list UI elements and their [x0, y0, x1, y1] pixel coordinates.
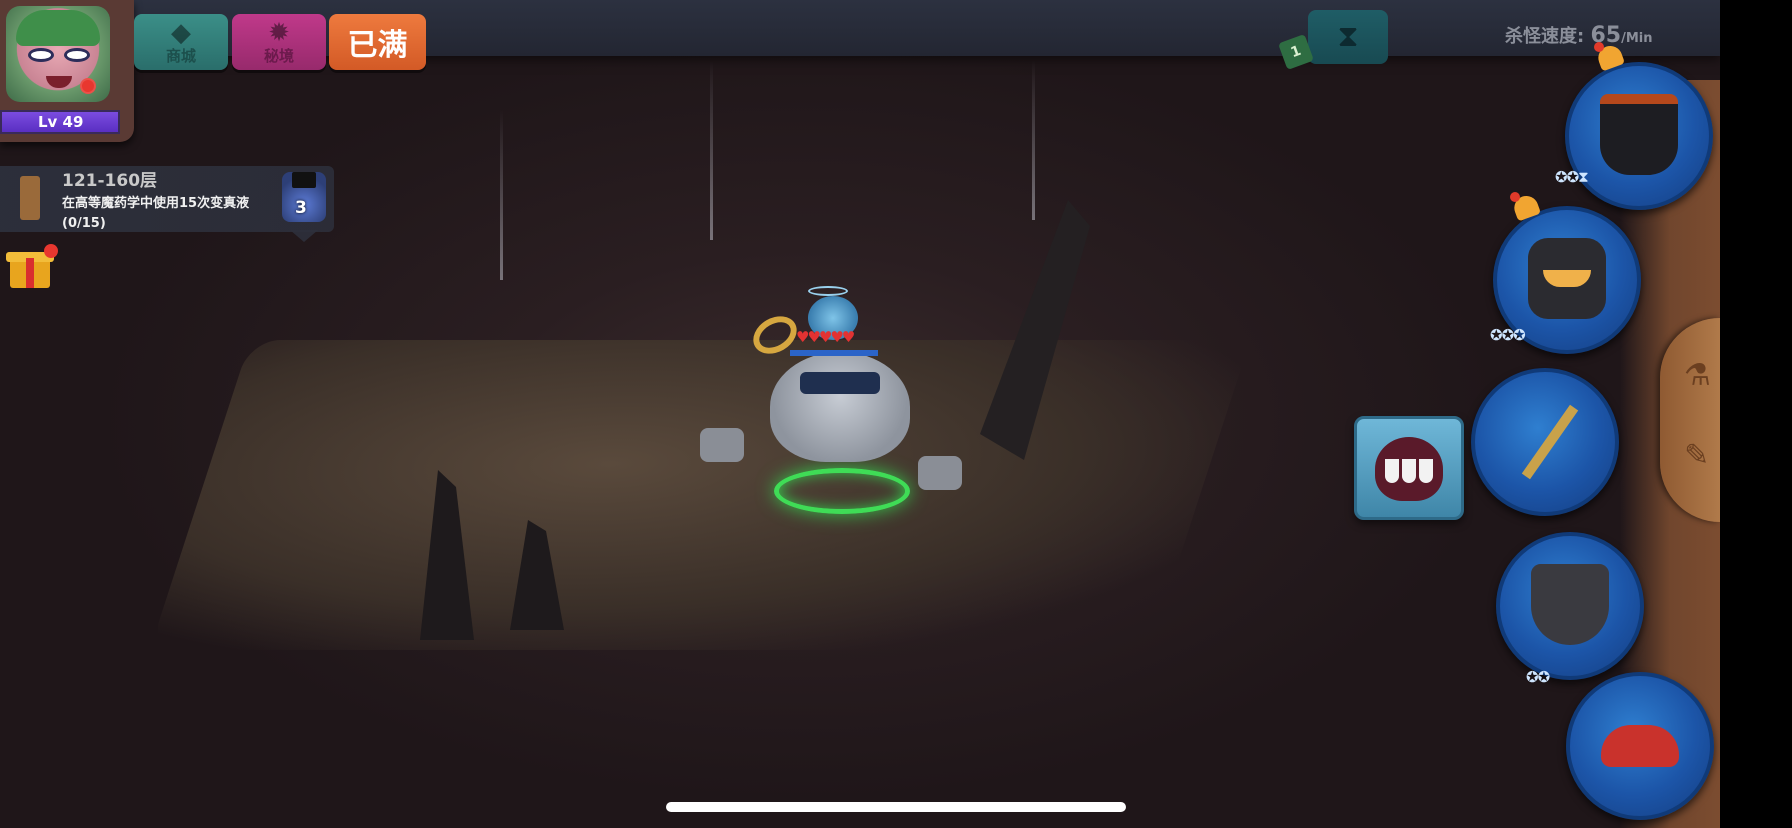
hero-character[interactable]	[770, 352, 910, 462]
rain-streak	[710, 60, 713, 240]
hourglass-button[interactable]: ⧗	[1308, 10, 1388, 64]
floating-gauntlet	[700, 428, 744, 462]
stone-platform	[149, 340, 1251, 650]
cloak-icon	[1530, 564, 1610, 646]
scroll-icon	[20, 176, 40, 220]
quest-floor-range: 121-160层	[62, 171, 158, 191]
full-label: 已满	[347, 28, 408, 63]
bell-icon	[1510, 192, 1544, 224]
rain-streak	[1032, 60, 1035, 220]
crown-stars: ✪✪⧗	[1555, 168, 1589, 186]
quest-pointer	[290, 230, 318, 242]
quest-panel[interactable]: 121-160层 在高等魔药学中使用15次变真液(0/15) 3	[0, 166, 334, 242]
demon-icon: ✹	[268, 18, 290, 48]
game-scene[interactable]: ♥♥♥♥♥ Lv 49 ◆ 商城 ✹ 秘境 已满 121-160层 在高等魔药学…	[0, 0, 1720, 828]
scroll-icon: ✎	[1684, 438, 1710, 473]
kill-speed-label: 杀怪速度:	[1505, 26, 1585, 47]
notification-dot	[44, 244, 58, 258]
equipment-slot-boots[interactable]	[1566, 672, 1714, 820]
crown-icon	[1599, 94, 1679, 176]
secret-realm-label: 秘境	[263, 47, 294, 65]
full-button[interactable]: 已满	[329, 14, 426, 70]
hourglass-icon: ⧗	[1337, 19, 1359, 54]
cloak-stars: ✪✪	[1526, 668, 1550, 686]
armor-stars: ✪✪✪	[1490, 326, 1526, 344]
quest-npc-icon[interactable]: 3	[282, 172, 326, 222]
staff-icon	[1521, 404, 1579, 480]
screen-edge	[1720, 0, 1792, 828]
quest-description: 在高等魔药学中使用15次变真液(0/15)	[62, 196, 250, 231]
magic-circle	[774, 468, 910, 514]
gem-icon: ◆	[171, 18, 191, 48]
player-level: Lv 49	[0, 110, 120, 134]
fangs-icon	[1375, 437, 1443, 501]
health-bar	[790, 350, 878, 356]
rain-streak	[500, 110, 503, 280]
quest-npc-count: 3	[295, 198, 307, 218]
bell-icon	[1594, 42, 1628, 74]
boots-icon	[1600, 725, 1680, 767]
shop-label: 商城	[165, 47, 196, 65]
home-indicator[interactable]	[666, 802, 1126, 812]
shop-button[interactable]: ◆ 商城	[134, 14, 228, 70]
halo-icon	[808, 286, 848, 296]
skill-button[interactable]	[1354, 416, 1464, 520]
side-tab[interactable]: ⚗ ✎	[1660, 318, 1720, 522]
hero-mask	[800, 372, 880, 394]
kill-speed: 杀怪速度: 65/Min	[1505, 22, 1653, 48]
health-hearts: ♥♥♥♥♥	[796, 328, 855, 346]
floating-gauntlet	[918, 456, 962, 490]
notification-dot	[80, 78, 96, 94]
equipment-slot-crown[interactable]	[1565, 62, 1713, 210]
armor-icon	[1527, 238, 1607, 320]
equipment-slot-staff[interactable]	[1471, 368, 1619, 516]
player-avatar[interactable]: Lv 49	[0, 0, 134, 142]
potion-icon: ⚗	[1684, 358, 1711, 393]
secret-realm-button[interactable]: ✹ 秘境	[232, 14, 326, 70]
gift-icon[interactable]	[6, 244, 58, 290]
equipment-slot-cloak[interactable]	[1496, 532, 1644, 680]
